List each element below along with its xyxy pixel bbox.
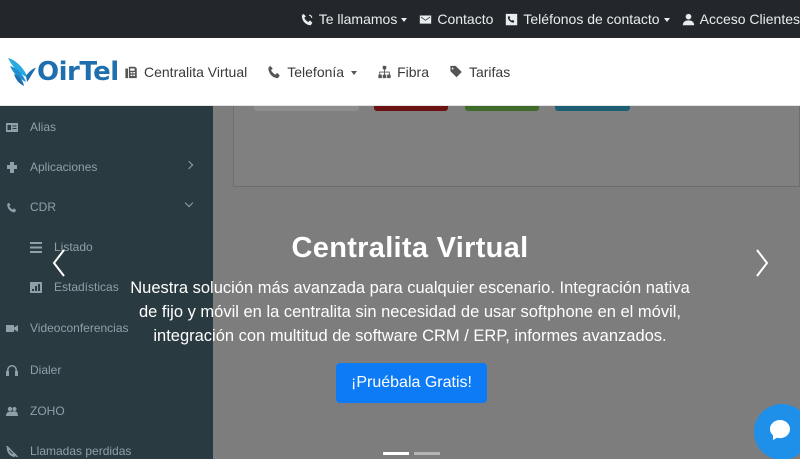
telefonos-contacto-link[interactable]: Teléfonos de contacto <box>505 11 670 27</box>
nav-telefonia-label: Telefonía <box>287 64 345 80</box>
brand-name: OirTel <box>37 57 119 87</box>
tags-icon <box>450 65 462 78</box>
slide-description-line: integración con multitud de software CRM… <box>153 327 667 345</box>
try-free-button[interactable]: ¡Pruébala Gratis! <box>336 363 487 403</box>
nav-menu: Centralita Virtual Telefonía Fibra Tarif… <box>124 38 530 106</box>
envelope-icon <box>420 14 432 24</box>
slide-description-line: Nuestra solución más avanzada para cualq… <box>130 279 690 297</box>
phone-icon <box>268 65 280 79</box>
carousel-indicator-active[interactable] <box>383 452 409 455</box>
slide-description-line: de fijo y móvil en la centralita sin nec… <box>138 303 682 321</box>
bird-logo-icon <box>8 58 36 86</box>
chat-widget-button[interactable] <box>754 404 800 459</box>
network-icon <box>378 65 391 79</box>
slide-title: Centralita Virtual <box>291 232 529 264</box>
nav-telefonia[interactable]: Telefonía <box>267 64 358 80</box>
chevron-down-icon <box>351 71 358 75</box>
user-icon <box>682 13 694 25</box>
telefonos-contacto-label: Teléfonos de contacto <box>523 11 660 27</box>
carousel-indicator[interactable] <box>414 452 440 455</box>
contacto-label: Contacto <box>437 11 494 27</box>
nav-fibra[interactable]: Fibra <box>377 64 429 80</box>
nav-centralita-label: Centralita Virtual <box>144 64 248 80</box>
main-navbar: OirTel Centralita Virtual Telefonía Fibr… <box>0 38 800 106</box>
top-bar: Te llamamos Contacto Teléfonos de contac… <box>0 0 800 38</box>
nav-tarifas[interactable]: Tarifas <box>449 64 510 80</box>
chevron-down-icon <box>663 18 670 22</box>
nav-fibra-label: Fibra <box>397 64 429 80</box>
top-links: Te llamamos Contacto Teléfonos de contac… <box>289 0 800 38</box>
fax-icon <box>125 66 137 79</box>
phone-volume-icon <box>301 13 313 25</box>
te-llamamos-link[interactable]: Te llamamos <box>301 11 408 27</box>
chat-icon <box>770 420 790 440</box>
acceso-clientes-label: Acceso Clientes <box>699 11 800 27</box>
chevron-down-icon <box>401 18 408 22</box>
nav-tarifas-label: Tarifas <box>468 64 511 80</box>
acceso-clientes-link[interactable]: Acceso Clientes <box>682 11 800 27</box>
te-llamamos-label: Te llamamos <box>318 11 398 27</box>
phone-square-icon <box>506 13 518 25</box>
brand-logo[interactable]: OirTel <box>6 52 119 92</box>
slide-description: Nuestra solución más avanzada para cualq… <box>120 276 700 348</box>
contacto-link[interactable]: Contacto <box>419 11 493 27</box>
nav-centralita-virtual[interactable]: Centralita Virtual <box>124 64 247 80</box>
hero-carousel: Centralita Virtual Nuestra solución más … <box>0 106 800 459</box>
